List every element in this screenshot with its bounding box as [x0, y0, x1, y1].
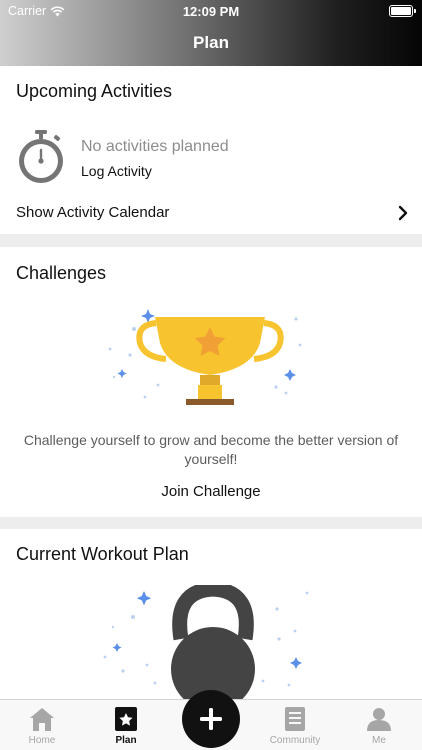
- challenges-card: Challenges Challenge yourself to grow an…: [0, 247, 422, 517]
- workout-plan-title: Current Workout Plan: [16, 544, 189, 564]
- stopwatch-icon: [19, 130, 63, 183]
- app-header: Carrier 12:09 PM Plan: [0, 0, 422, 66]
- challenges-title: Challenges: [16, 263, 107, 283]
- tab-me[interactable]: Me: [337, 706, 421, 750]
- no-activities-text: No activities planned: [81, 138, 229, 155]
- workout-plan-card: Current Workout Plan: [0, 529, 422, 704]
- show-activity-calendar-button[interactable]: Show Activity Calendar: [16, 204, 169, 221]
- status-bar: Carrier 12:09 PM: [0, 4, 422, 20]
- tab-home-label: Home: [28, 735, 56, 746]
- join-challenge-button[interactable]: Join Challenge: [0, 483, 422, 500]
- tab-community-label: Community: [269, 735, 321, 746]
- tab-me-label: Me: [372, 735, 386, 746]
- plan-star-icon: [115, 707, 137, 731]
- plus-icon: [200, 708, 222, 730]
- tab-home[interactable]: Home: [0, 706, 84, 750]
- kettlebell-icon: [103, 585, 309, 704]
- page-title: Plan: [193, 33, 229, 52]
- status-time: 12:09 PM: [182, 4, 240, 19]
- tab-plan-label: Plan: [115, 735, 137, 746]
- person-icon: [367, 708, 391, 731]
- chevron-right-icon[interactable]: [398, 205, 408, 221]
- tab-plan[interactable]: Plan: [84, 706, 168, 750]
- home-icon: [30, 708, 54, 731]
- upcoming-activities-title: Upcoming Activities: [16, 81, 173, 101]
- tab-community[interactable]: Community: [253, 706, 337, 750]
- community-icon: [285, 707, 305, 731]
- upcoming-activities-card: Upcoming Activities No activities planne…: [0, 66, 422, 234]
- challenges-description: Challenge yourself to grow and become th…: [23, 432, 399, 467]
- trophy-icon: [108, 309, 302, 405]
- add-activity-button[interactable]: [182, 690, 240, 748]
- battery-icon: [389, 5, 416, 17]
- log-activity-button[interactable]: Log Activity: [81, 163, 152, 179]
